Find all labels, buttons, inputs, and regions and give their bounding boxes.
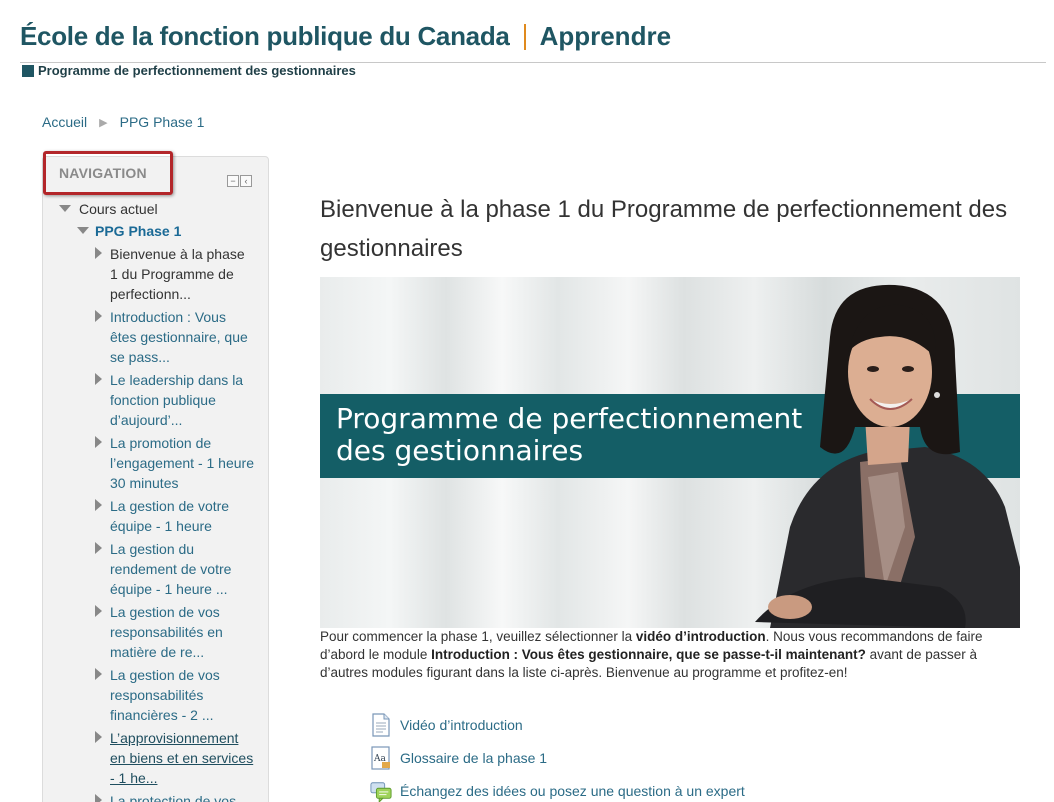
section-item[interactable]: La gestion de vos responsabilités financ… (95, 665, 259, 725)
collapsed-icon (95, 247, 102, 259)
section-label[interactable]: La gestion du rendement de votre équipe … (110, 539, 255, 599)
section-item[interactable]: La gestion du rendement de votre équipe … (95, 539, 259, 599)
section-label[interactable]: La protection de vos (110, 791, 255, 802)
navigation-title: NAVIGATION (59, 165, 147, 181)
section-item[interactable]: L’approvisionnement en biens et en servi… (95, 728, 259, 788)
page-title: Bienvenue à la phase 1 du Programme de p… (320, 196, 1008, 262)
resource-link[interactable]: Vidéo d’introduction (400, 717, 523, 733)
banner-text: Programme de perfectionnement des gestio… (336, 403, 802, 467)
section-item[interactable]: Le leadership dans la fonction publique … (95, 370, 259, 430)
course-link[interactable]: PPG Phase 1 (95, 221, 181, 241)
site-header: École de la fonction publique du Canada … (20, 20, 671, 52)
collapsed-icon (95, 794, 102, 802)
collapsed-icon (95, 542, 102, 554)
resource-item-video[interactable]: Vidéo d’introduction (370, 708, 745, 741)
intro-paragraph: Pour commencer la phase 1, veuillez séle… (320, 628, 1020, 682)
section-item[interactable]: La gestion de votre équipe - 1 heure (95, 496, 259, 536)
resource-link[interactable]: Échangez des idées ou posez une question… (400, 783, 745, 799)
program-banner-image: Programme de perfectionnement des gestio… (320, 277, 1020, 628)
section-label[interactable]: La promotion de l’engagement - 1 heure 3… (110, 433, 255, 493)
section-list: Bienvenue à la phase 1 du Programme de p… (95, 244, 259, 802)
section-label[interactable]: La gestion de vos responsabilités en mat… (110, 602, 255, 662)
collapsed-icon (95, 499, 102, 511)
intro-text: Pour commencer la phase 1, veuillez séle… (320, 629, 636, 644)
resource-link[interactable]: Glossaire de la phase 1 (400, 750, 547, 766)
intro-emphasis-module: Introduction : Vous êtes gestionnaire, q… (431, 647, 866, 662)
breadcrumb: Accueil ▶ PPG Phase 1 (42, 114, 204, 130)
square-icon (22, 64, 34, 77)
collapsed-icon (95, 731, 102, 743)
person-portrait (755, 284, 1020, 628)
navigation-tree: Cours actuel PPG Phase 1 Bienvenue à la … (59, 199, 259, 802)
collapsed-icon (95, 310, 102, 322)
tree-current-course[interactable]: Cours actuel (59, 199, 259, 219)
banner-text-line1: Programme de perfectionnement (336, 402, 803, 435)
forum-icon (370, 779, 392, 802)
program-name: Programme de perfectionnement des gestio… (38, 63, 356, 78)
title-separator (523, 24, 526, 50)
collapsed-icon (95, 373, 102, 385)
block-controls: − ‹ (227, 175, 253, 187)
section-label: Bienvenue à la phase 1 du Programme de p… (110, 246, 245, 302)
section-item[interactable]: La protection de vos (95, 791, 259, 802)
navigation-title-highlight: NAVIGATION (43, 151, 173, 195)
expanded-icon (77, 227, 89, 234)
app-name: Apprendre (539, 21, 672, 51)
section-label[interactable]: Introduction : Vous êtes gestionnaire, q… (110, 307, 255, 367)
navigation-block: NAVIGATION − ‹ Cours actuel PPG Phase 1 … (42, 151, 269, 802)
section-item[interactable]: La promotion de l’engagement - 1 heure 3… (95, 433, 259, 493)
section-item[interactable]: La gestion de vos responsabilités en mat… (95, 602, 259, 662)
dock-icon[interactable]: ‹ (240, 175, 252, 187)
page-icon (370, 712, 392, 737)
resource-item-glossary[interactable]: Aa Glossaire de la phase 1 (370, 741, 745, 774)
banner-text-line2: des gestionnaires (336, 434, 584, 467)
section-item[interactable]: Introduction : Vous êtes gestionnaire, q… (95, 307, 259, 367)
breadcrumb-home[interactable]: Accueil (42, 114, 87, 130)
section-label[interactable]: L’approvisionnement en biens et en servi… (110, 728, 255, 788)
current-course-label: Cours actuel (79, 201, 158, 217)
expanded-icon (59, 205, 71, 212)
section-label[interactable]: La gestion de vos responsabilités financ… (110, 665, 255, 725)
org-name: École de la fonction publique du Canada (20, 21, 510, 51)
intro-emphasis-video: vidéo d’introduction (635, 629, 766, 644)
section-label[interactable]: Le leadership dans la fonction publique … (110, 370, 255, 430)
collapsed-icon (95, 668, 102, 680)
glossary-icon: Aa (370, 745, 392, 770)
resource-item-forum[interactable]: Échangez des idées ou posez une question… (370, 774, 745, 802)
site-title[interactable]: École de la fonction publique du Canada … (20, 20, 671, 52)
tree-course[interactable]: PPG Phase 1 (77, 221, 259, 241)
section-item[interactable]: Bienvenue à la phase 1 du Programme de p… (95, 244, 259, 304)
resource-list: Vidéo d’introduction Aa Glossaire de la … (370, 708, 745, 802)
collapsed-icon (95, 605, 102, 617)
breadcrumb-separator-icon: ▶ (99, 116, 108, 129)
program-banner: Programme de perfectionnement des gestio… (22, 63, 356, 78)
section-label[interactable]: La gestion de votre équipe - 1 heure (110, 496, 255, 536)
breadcrumb-current[interactable]: PPG Phase 1 (120, 114, 205, 130)
collapsed-icon (95, 436, 102, 448)
collapse-icon[interactable]: − (227, 175, 239, 187)
